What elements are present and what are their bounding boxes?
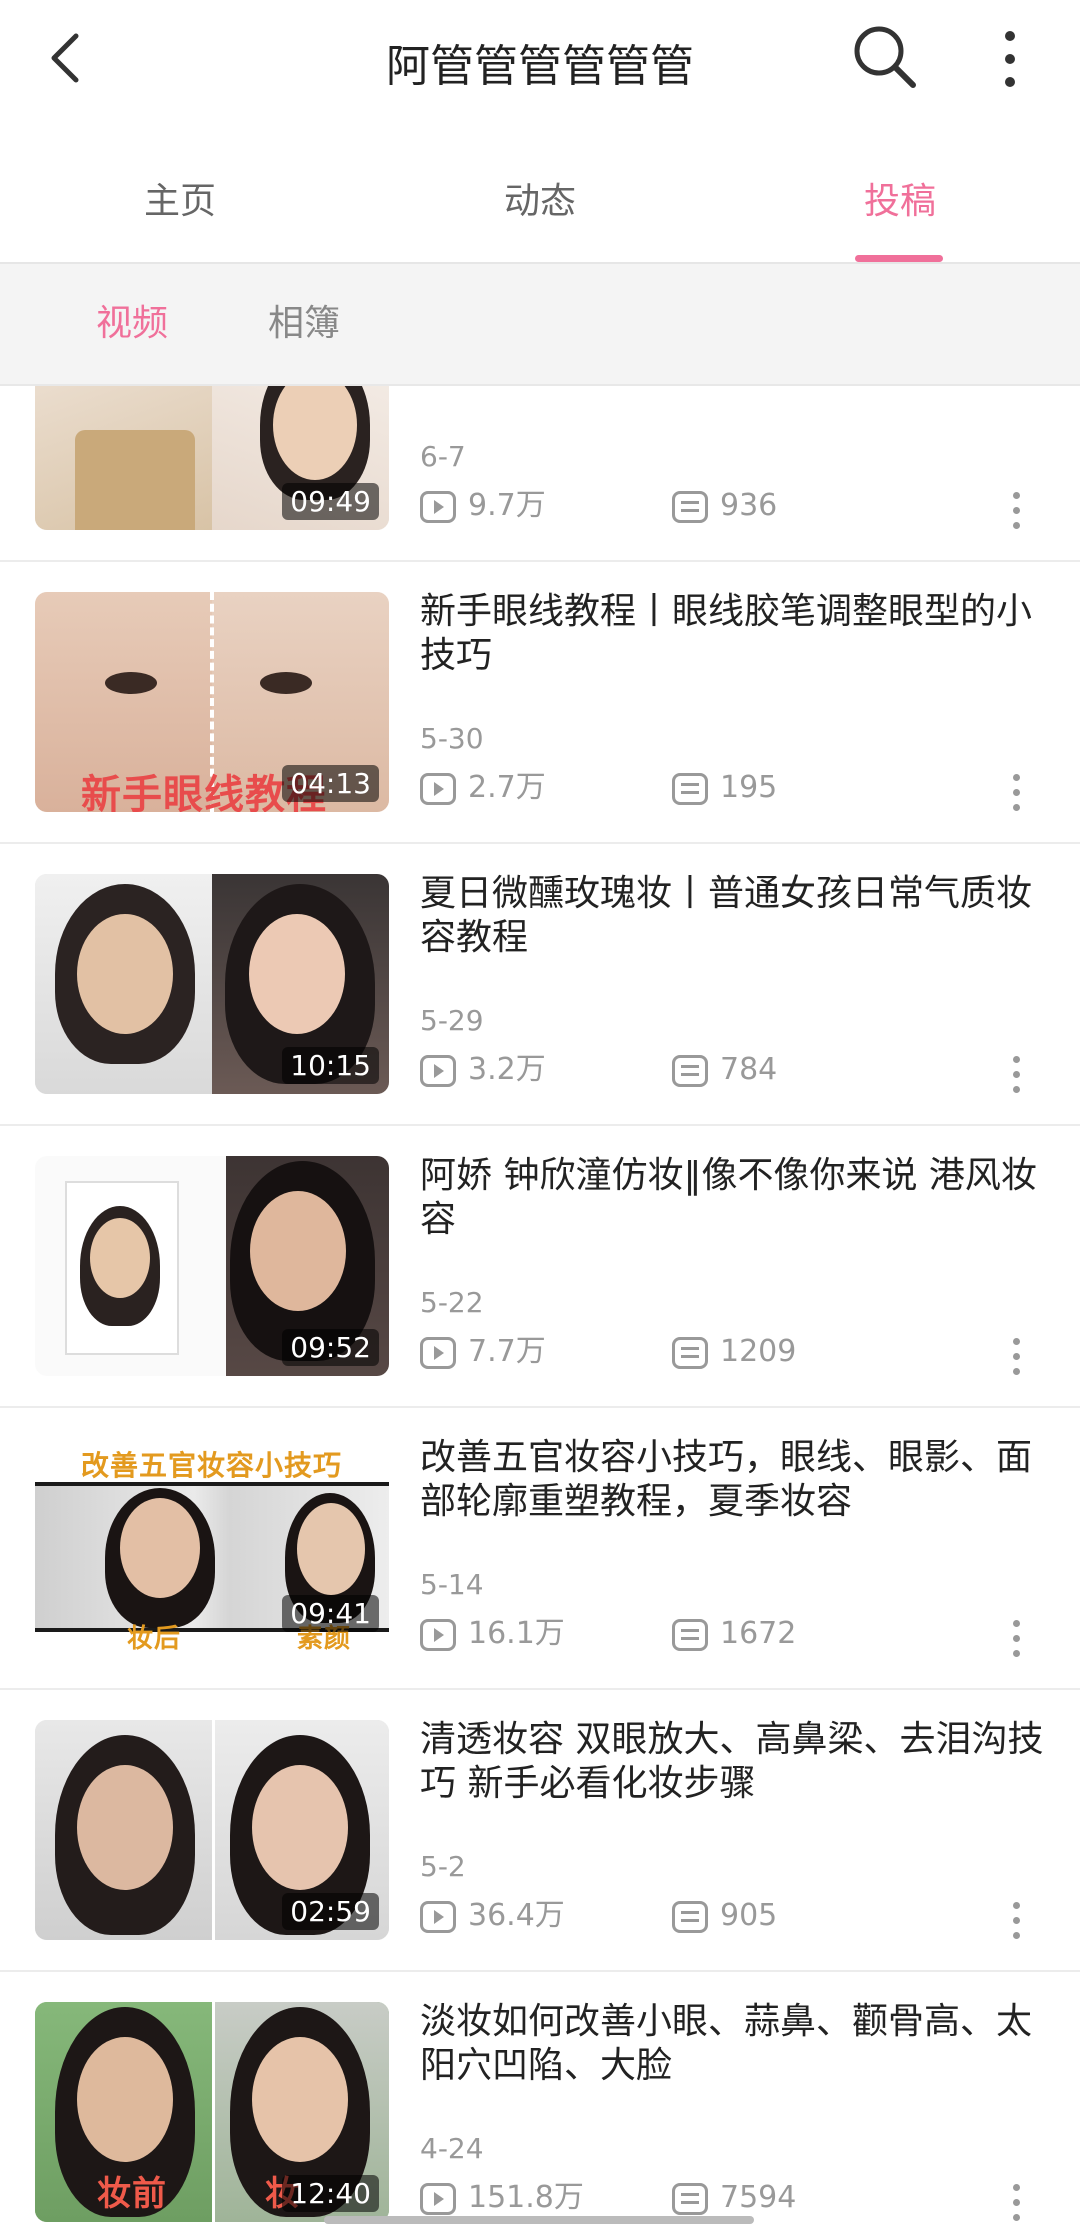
comment-count-value: 784 [720,1052,778,1087]
video-date: 5-30 [420,722,484,755]
video-item[interactable]: 改善五官妆容小技巧 妆后 素颜 09:41 改善五官妆容小技巧，眼线、眼影、面部… [0,1408,1080,1690]
search-icon[interactable] [850,22,920,92]
tab-activity[interactable]: 动态 [360,142,720,262]
play-icon [420,1336,456,1369]
play-icon [420,1054,456,1087]
video-thumbnail[interactable]: 10:15 [35,874,389,1094]
video-item[interactable]: 09:52 阿娇 钟欣潼仿妆‖像不像你来说 港风妆容 5-22 7.7万 120… [0,1126,1080,1408]
play-count: 2.7万 [420,768,546,808]
video-title[interactable]: 阿娇 钟欣潼仿妆‖像不像你来说 港风妆容 [420,1154,1050,1242]
more-options-icon[interactable] [1010,1338,1022,1378]
video-thumbnail[interactable]: 09:49 [35,386,389,530]
danmaku-icon [672,490,708,523]
play-icon [420,2182,456,2215]
play-count-value: 7.7万 [468,1334,546,1369]
comment-count: 7594 [672,2178,796,2218]
comment-count-value: 1672 [720,1616,797,1651]
more-options-icon[interactable] [1010,1902,1022,1942]
play-count-value: 36.4万 [468,1898,565,1933]
subtab-videos[interactable]: 视频 [96,264,168,384]
comment-count-value: 195 [720,770,778,805]
video-item[interactable]: 新手眼线教程 04:13 新手眼线教程丨眼线胶笔调整眼型的小技巧 5-30 2.… [0,562,1080,844]
danmaku-icon [672,1336,708,1369]
video-list: 09:49 6-7 9.7万 936 新手眼线教程 04:13 新手眼线教程丨眼… [0,386,1080,2228]
video-date: 5-29 [420,1004,484,1037]
comment-count-value: 905 [720,1898,778,1933]
play-count: 151.8万 [420,2178,584,2218]
comment-count: 905 [672,1896,777,1936]
video-duration: 02:59 [282,1893,379,1930]
danmaku-icon [672,1900,708,1933]
play-icon [420,772,456,805]
danmaku-icon [672,1054,708,1087]
submission-subtabs: 视频 相簿 [0,264,1080,386]
play-icon [420,1900,456,1933]
video-title[interactable]: 清透妆容 双眼放大、高鼻梁、去泪沟技巧 新手必看化妆步骤 [420,1718,1050,1806]
subtab-albums[interactable]: 相簿 [268,264,340,384]
play-count: 9.7万 [420,486,546,526]
play-count: 36.4万 [420,1896,565,1936]
tab-submissions[interactable]: 投稿 [720,142,1080,262]
video-item[interactable]: 09:49 6-7 9.7万 936 [0,386,1080,562]
play-count: 7.7万 [420,1332,546,1372]
comment-count-value: 936 [720,488,778,523]
video-date: 4-24 [420,2132,484,2165]
video-thumbnail[interactable]: 改善五官妆容小技巧 妆后 素颜 09:41 [35,1438,389,1658]
more-vertical-icon[interactable] [995,26,1025,92]
danmaku-icon [672,772,708,805]
thumbnail-caption: 妆前 [97,2174,167,2214]
more-options-icon[interactable] [1010,492,1022,532]
more-options-icon[interactable] [1010,2184,1022,2224]
video-thumbnail[interactable]: 新手眼线教程 04:13 [35,592,389,812]
play-icon [420,490,456,523]
video-duration: 10:15 [282,1047,379,1084]
video-item[interactable]: 10:15 夏日微醺玫瑰妆丨普通女孩日常气质妆容教程 5-29 3.2万 784 [0,844,1080,1126]
comment-count: 1209 [672,1332,796,1372]
play-count: 16.1万 [420,1614,565,1654]
danmaku-icon [672,2182,708,2215]
video-duration: 12:40 [282,2175,379,2212]
video-item[interactable]: 02:59 清透妆容 双眼放大、高鼻梁、去泪沟技巧 新手必看化妆步骤 5-2 3… [0,1690,1080,1972]
play-count-value: 16.1万 [468,1616,565,1651]
video-date: 5-2 [420,1850,466,1883]
video-thumbnail[interactable]: 妆前 妆 12:40 [35,2002,389,2222]
play-count-value: 9.7万 [468,488,546,523]
video-date: 6-7 [420,440,466,473]
video-title[interactable]: 夏日微醺玫瑰妆丨普通女孩日常气质妆容教程 [420,872,1050,960]
video-item[interactable]: 妆前 妆 12:40 淡妆如何改善小眼、蒜鼻、颧骨高、太阳穴凹陷、大脸 4-24… [0,1972,1080,2228]
video-title[interactable]: 改善五官妆容小技巧，眼线、眼影、面部轮廓重塑教程，夏季妆容 [420,1436,1050,1524]
video-duration: 09:41 [282,1595,379,1632]
video-duration: 09:52 [282,1329,379,1366]
thumbnail-caption: 改善五官妆容小技巧 [81,1449,343,1482]
comment-count: 936 [672,486,777,526]
active-tab-indicator [855,255,943,262]
play-count-value: 2.7万 [468,770,546,805]
comment-count: 1672 [672,1614,796,1654]
more-options-icon[interactable] [1010,774,1022,814]
danmaku-icon [672,1618,708,1651]
comment-count: 195 [672,768,777,808]
home-indicator[interactable] [324,2216,754,2224]
video-duration: 09:49 [282,483,379,520]
comment-count-value: 1209 [720,1334,797,1369]
more-options-icon[interactable] [1010,1620,1022,1660]
play-count-value: 3.2万 [468,1052,546,1087]
video-thumbnail[interactable]: 09:52 [35,1156,389,1376]
video-title[interactable]: 新手眼线教程丨眼线胶笔调整眼型的小技巧 [420,590,1050,678]
play-icon [420,1618,456,1651]
more-options-icon[interactable] [1010,1056,1022,1096]
tab-home[interactable]: 主页 [0,142,360,262]
video-duration: 04:13 [282,765,379,802]
video-date: 5-22 [420,1286,484,1319]
comment-count-value: 7594 [720,2180,797,2215]
video-thumbnail[interactable]: 02:59 [35,1720,389,1940]
profile-tabs: 主页 动态 投稿 [0,142,1080,264]
comment-count: 784 [672,1050,777,1090]
play-count: 3.2万 [420,1050,546,1090]
video-title[interactable]: 淡妆如何改善小眼、蒜鼻、颧骨高、太阳穴凹陷、大脸 [420,2000,1050,2088]
top-bar: 阿管管管管管管 [0,0,1080,144]
thumbnail-caption-after: 妆后 [127,1624,182,1654]
play-count-value: 151.8万 [468,2180,584,2215]
video-date: 5-14 [420,1568,484,1601]
